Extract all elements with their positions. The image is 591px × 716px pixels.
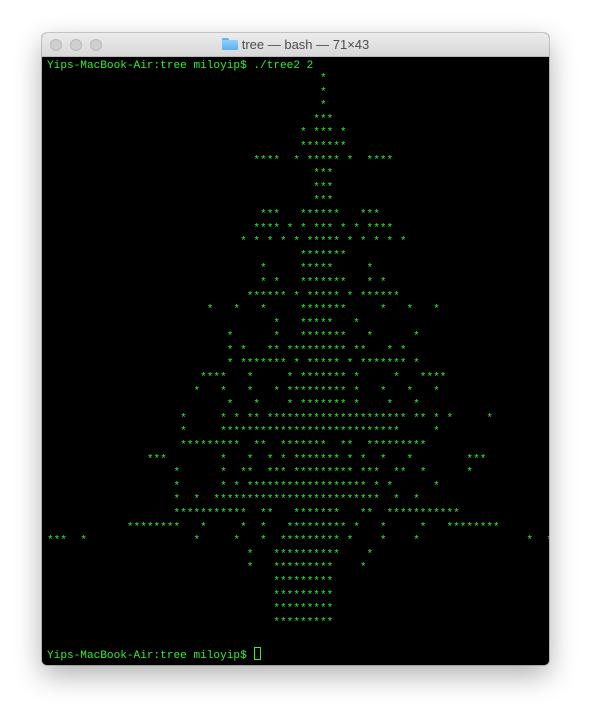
prompt-text: Yips-MacBook-Air:tree miloyip$ (47, 650, 254, 662)
tree-output: * * * *** * *** * ******* **** * ***** *… (47, 73, 549, 629)
prompt-line[interactable]: Yips-MacBook-Air:tree miloyip$ (47, 647, 262, 662)
terminal-screen[interactable]: Yips-MacBook-Air:tree miloyip$ ./tree2 2… (42, 57, 549, 665)
title-bar[interactable]: tree — bash — 71×43 (42, 33, 549, 57)
window-title-group: tree — bash — 71×43 (42, 37, 549, 53)
folder-icon (221, 38, 238, 50)
cursor (254, 647, 262, 660)
window-title: tree — bash — 71×43 (241, 37, 370, 52)
terminal-window: tree — bash — 71×43 Yips-MacBook-Air:tre… (42, 33, 549, 665)
command-line: Yips-MacBook-Air:tree miloyip$ ./tree2 2 (47, 60, 314, 72)
